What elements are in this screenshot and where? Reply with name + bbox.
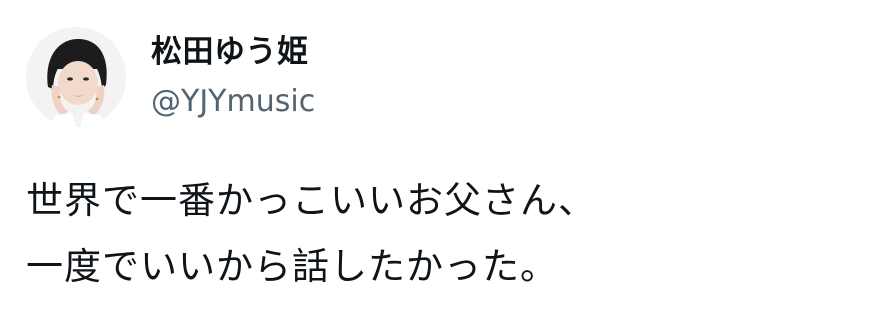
author-display-name[interactable]: 松田ゆう姫 — [151, 32, 315, 72]
tweet-card: 松田ゆう姫 @YJYmusic 世界で一番かっこいいお父さん、 一度でいいから話… — [0, 0, 878, 332]
tweet-text-line: 世界で一番かっこいいお父さん、 — [26, 179, 596, 222]
tweet-header: 松田ゆう姫 @YJYmusic — [26, 27, 315, 127]
avatar[interactable] — [26, 27, 126, 127]
tweet-text: 世界で一番かっこいいお父さん、 一度でいいから話したかった。 — [26, 168, 856, 300]
author-handle[interactable]: @YJYmusic — [151, 82, 315, 122]
profile-photo-icon — [26, 27, 126, 127]
author-names: 松田ゆう姫 @YJYmusic — [151, 32, 315, 122]
tweet-text-line: 一度でいいから話したかった。 — [26, 245, 558, 288]
